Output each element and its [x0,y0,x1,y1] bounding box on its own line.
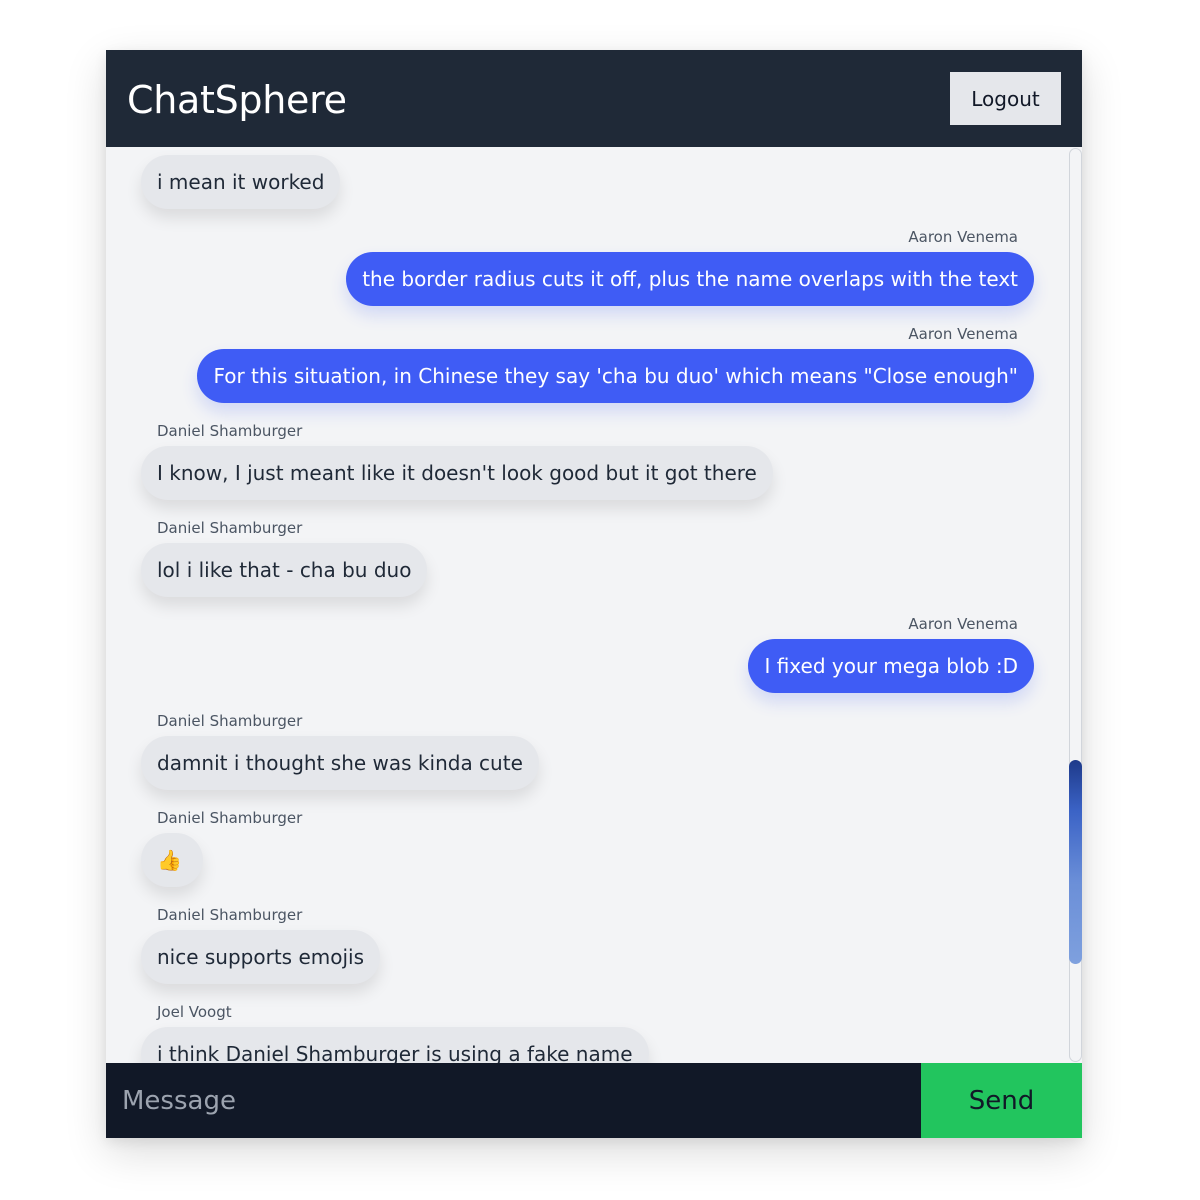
message-bubble: i think Daniel Shamburger is using a fak… [141,1027,649,1063]
message-list[interactable]: i mean it worked Aaron Venema the border… [106,147,1082,1063]
sender-name: Joel Voogt [157,1003,232,1021]
message-bubble: nice supports emojis [141,930,381,984]
scrollbar-thumb[interactable] [1069,760,1082,964]
sender-name: Daniel Shamburger [157,712,303,730]
message-bubble: For this situation, in Chinese they say … [197,349,1034,403]
sender-name: Aaron Venema [908,325,1018,343]
composer: Send [106,1063,1082,1138]
message-bubble: lol i like that - cha bu duo [141,543,428,597]
chat-window: ChatSphere Logout i mean it worked Aaron… [106,50,1082,1138]
message-bubble: I fixed your mega blob :D [748,639,1034,693]
message-bubble: i mean it worked [141,155,341,209]
sender-name: Daniel Shamburger [157,906,303,924]
logout-button[interactable]: Logout [950,72,1061,125]
message-bubble: I know, I just meant like it doesn't loo… [141,446,773,500]
sender-name: Daniel Shamburger [157,519,303,537]
send-button[interactable]: Send [921,1063,1082,1138]
app-title: ChatSphere [127,78,347,122]
message-bubble: 👍 [141,833,203,887]
message-input[interactable] [106,1063,921,1138]
thumbs-up-icon: 👍 [157,848,182,872]
sender-name: Daniel Shamburger [157,809,303,827]
message-bubble: the border radius cuts it off, plus the … [346,252,1034,306]
sender-name: Aaron Venema [908,228,1018,246]
sender-name: Daniel Shamburger [157,422,303,440]
app-header: ChatSphere Logout [106,50,1082,147]
message-bubble: damnit i thought she was kinda cute [141,736,539,790]
sender-name: Aaron Venema [908,615,1018,633]
